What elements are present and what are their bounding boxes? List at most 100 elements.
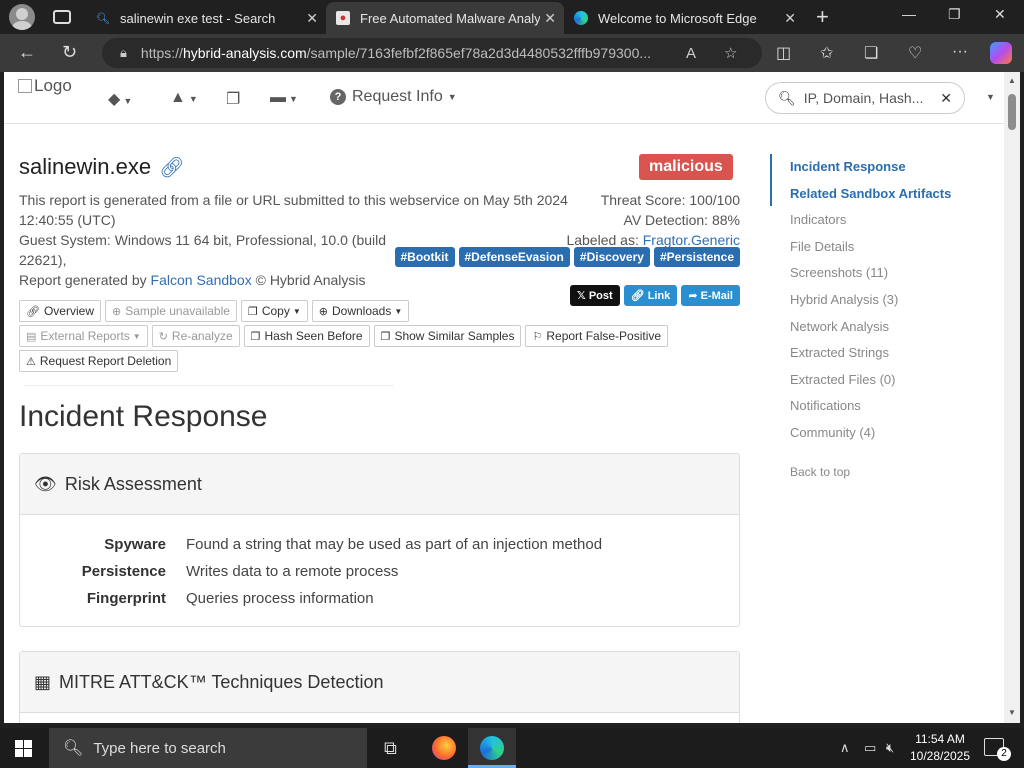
more-options-icon[interactable]: ··· xyxy=(952,43,968,61)
logo-alt-text: Logo xyxy=(34,76,72,95)
split-screen-icon[interactable]: ◫ xyxy=(776,43,791,63)
close-tab-icon[interactable]: ✕ xyxy=(306,10,318,27)
read-aloud-icon[interactable]: A xyxy=(686,45,696,62)
tag-bootkit[interactable]: #Bootkit xyxy=(394,247,455,267)
permalink-icon[interactable]: 🔗︎ xyxy=(159,155,184,180)
share-email-button[interactable]: ➦ E-Mail xyxy=(681,285,740,306)
copy-icon: ❐ xyxy=(247,305,258,318)
sample-unavailable-button[interactable]: ⊕ Sample unavailable xyxy=(104,300,237,322)
menu-folder-icon[interactable]: ▬ ▼ xyxy=(270,89,298,107)
nav-network-analysis[interactable]: Network Analysis xyxy=(770,314,1000,341)
minimize-icon[interactable]: — xyxy=(902,6,916,22)
windows-taskbar: 🔍︎ Type here to search ⧉ ∧ ▭ 🔇︎ 11:54 AM… xyxy=(0,728,1024,768)
site-search-input[interactable]: 🔍︎ IP, Domain, Hash... ✕ xyxy=(765,82,965,114)
nav-extracted-files[interactable]: Extracted Files (0) xyxy=(770,367,1000,394)
collections-icon[interactable]: ❏ xyxy=(864,43,878,63)
tab-edge-welcome[interactable]: Welcome to Microsoft Edge ✕ xyxy=(564,2,804,34)
site-logo[interactable]: Logo xyxy=(18,76,72,96)
link-icon: 🔗︎ xyxy=(630,290,648,302)
risk-list: Spyware Found a string that may be used a… xyxy=(20,515,739,626)
taskbar-clock[interactable]: 11:54 AM 10/28/2025 xyxy=(905,731,975,765)
panel-header: ▦ MITRE ATT&CK™ Techniques Detection xyxy=(20,652,739,713)
divider xyxy=(24,385,394,386)
caret-down-icon: ▼ xyxy=(447,92,457,102)
tab-title: salinewin exe test - Search xyxy=(120,10,276,26)
menu-sandbox-cube-icon[interactable]: ◆ ▼ xyxy=(108,89,132,109)
network-icon[interactable]: ▭ xyxy=(864,740,876,756)
tab-search[interactable]: 🔍︎ salinewin exe test - Search ✕ xyxy=(86,2,326,34)
copilot-icon[interactable] xyxy=(990,42,1012,64)
nav-notifications[interactable]: Notifications xyxy=(770,393,1000,420)
report-generated-line: Report generated by Falcon Sandbox © Hyb… xyxy=(19,272,366,288)
label-link[interactable]: Fragtor.Generic xyxy=(643,232,740,248)
taskbar-search-input[interactable]: 🔍︎ Type here to search xyxy=(49,728,367,768)
overview-button[interactable]: 🔗︎ Overview xyxy=(19,300,101,322)
nav-incident-response[interactable]: Incident Response xyxy=(770,154,1000,181)
profile-avatar[interactable] xyxy=(9,4,35,30)
nav-file-details[interactable]: File Details xyxy=(770,234,1000,261)
nav-related-sandbox-artifacts[interactable]: Related Sandbox Artifacts xyxy=(770,181,1000,208)
falcon-sandbox-link[interactable]: Falcon Sandbox xyxy=(151,272,252,288)
clock-time: 11:54 AM xyxy=(915,732,965,746)
request-info-menu[interactable]: ? Request Info ▼ xyxy=(330,88,457,106)
nav-extracted-strings[interactable]: Extracted Strings xyxy=(770,340,1000,367)
notifications-icon[interactable]: 2 xyxy=(984,738,1011,761)
close-tab-icon[interactable]: ✕ xyxy=(784,10,796,27)
scroll-down-icon[interactable]: ▼ xyxy=(1008,708,1016,717)
browser-essentials-icon[interactable]: ♡ xyxy=(908,43,922,63)
nav-community[interactable]: Community (4) xyxy=(770,420,1000,447)
back-to-top-link[interactable]: Back to top xyxy=(770,465,1000,479)
favorites-icon[interactable]: ✩ xyxy=(820,43,833,63)
menu-submit-file-icon[interactable]: ▲ ▼ xyxy=(170,89,198,107)
tab-actions-icon[interactable] xyxy=(53,10,71,24)
request-report-deletion-button[interactable]: ⚠ Request Report Deletion xyxy=(19,350,179,372)
x-post-button[interactable]: 𝕏 Post xyxy=(569,285,620,306)
show-hidden-icons-icon[interactable]: ∧ xyxy=(840,740,850,756)
url-host: hybrid-analysis.com xyxy=(182,45,307,61)
close-window-icon[interactable]: ✕ xyxy=(994,6,1006,23)
maximize-icon[interactable]: ❐ xyxy=(948,6,961,23)
verdict-badge: malicious xyxy=(639,154,733,180)
hash-seen-before-button[interactable]: ❐ Hash Seen Before xyxy=(243,325,370,347)
task-view-icon[interactable]: ⧉ xyxy=(384,738,397,759)
windows-start-icon[interactable] xyxy=(15,740,32,757)
search-icon: 🔍︎ xyxy=(778,89,796,106)
flag-icon: ⚐ xyxy=(532,330,543,343)
nav-screenshots[interactable]: Screenshots (11) xyxy=(770,260,1000,287)
volume-muted-icon[interactable]: 🔇︎ xyxy=(886,740,894,756)
caret-down-icon: ▼ xyxy=(394,306,403,316)
scroll-thumb[interactable] xyxy=(1008,94,1016,130)
tag-defense-evasion[interactable]: #DefenseEvasion xyxy=(458,247,570,267)
page-scrollbar[interactable]: ▲ ▼ xyxy=(1004,72,1020,723)
nav-indicators[interactable]: Indicators xyxy=(770,207,1000,234)
report-false-positive-button[interactable]: ⚐ Report False-Positive xyxy=(525,325,669,347)
new-tab-icon[interactable]: + xyxy=(816,4,829,30)
tag-discovery[interactable]: #Discovery xyxy=(573,247,650,267)
scroll-up-icon[interactable]: ▲ xyxy=(1008,76,1016,85)
reanalyze-button[interactable]: ↻ Re-analyze xyxy=(151,325,240,347)
download-circle-icon: ⊕ xyxy=(318,305,328,318)
nav-hybrid-analysis[interactable]: Hybrid Analysis (3) xyxy=(770,287,1000,314)
refresh-icon[interactable]: ↻ xyxy=(62,42,77,63)
clear-search-icon[interactable]: ✕ xyxy=(940,90,952,107)
favorite-star-icon[interactable]: ☆ xyxy=(724,44,737,62)
back-icon[interactable]: ← xyxy=(18,42,36,63)
tab-hybrid-analysis[interactable]: ● Free Automated Malware Analysis ✕ xyxy=(326,2,564,34)
close-tab-icon[interactable]: ✕ xyxy=(544,10,556,27)
show-similar-samples-button[interactable]: ❐ Show Similar Samples xyxy=(373,325,522,347)
page-title: salinewin.exe 🔗︎ xyxy=(19,154,184,180)
account-dropdown-icon[interactable]: ▼ xyxy=(986,92,995,102)
share-link-button[interactable]: 🔗︎ Link xyxy=(623,285,678,306)
address-bar[interactable]: 🔒︎ https://hybrid-analysis.com/sample/71… xyxy=(102,38,762,68)
document-icon: ▤ xyxy=(26,330,37,343)
external-reports-button[interactable]: ▤ External Reports ▼ xyxy=(19,325,148,347)
firefox-icon[interactable] xyxy=(432,736,456,760)
menu-copy-icon[interactable]: ❐ xyxy=(226,89,240,109)
av-detection: AV Detection: 88% xyxy=(623,212,740,228)
incident-response-heading: Incident Response xyxy=(19,400,268,433)
downloads-dropdown-button[interactable]: ⊕ Downloads ▼ xyxy=(311,300,410,322)
tag-persistence[interactable]: #Persistence xyxy=(653,247,740,267)
browser-toolbar: ← ↻ 🔒︎ https://hybrid-analysis.com/sampl… xyxy=(0,34,1024,72)
copy-dropdown-button[interactable]: ❐ Copy ▼ xyxy=(240,300,308,322)
edge-taskbar-button[interactable] xyxy=(468,728,516,768)
